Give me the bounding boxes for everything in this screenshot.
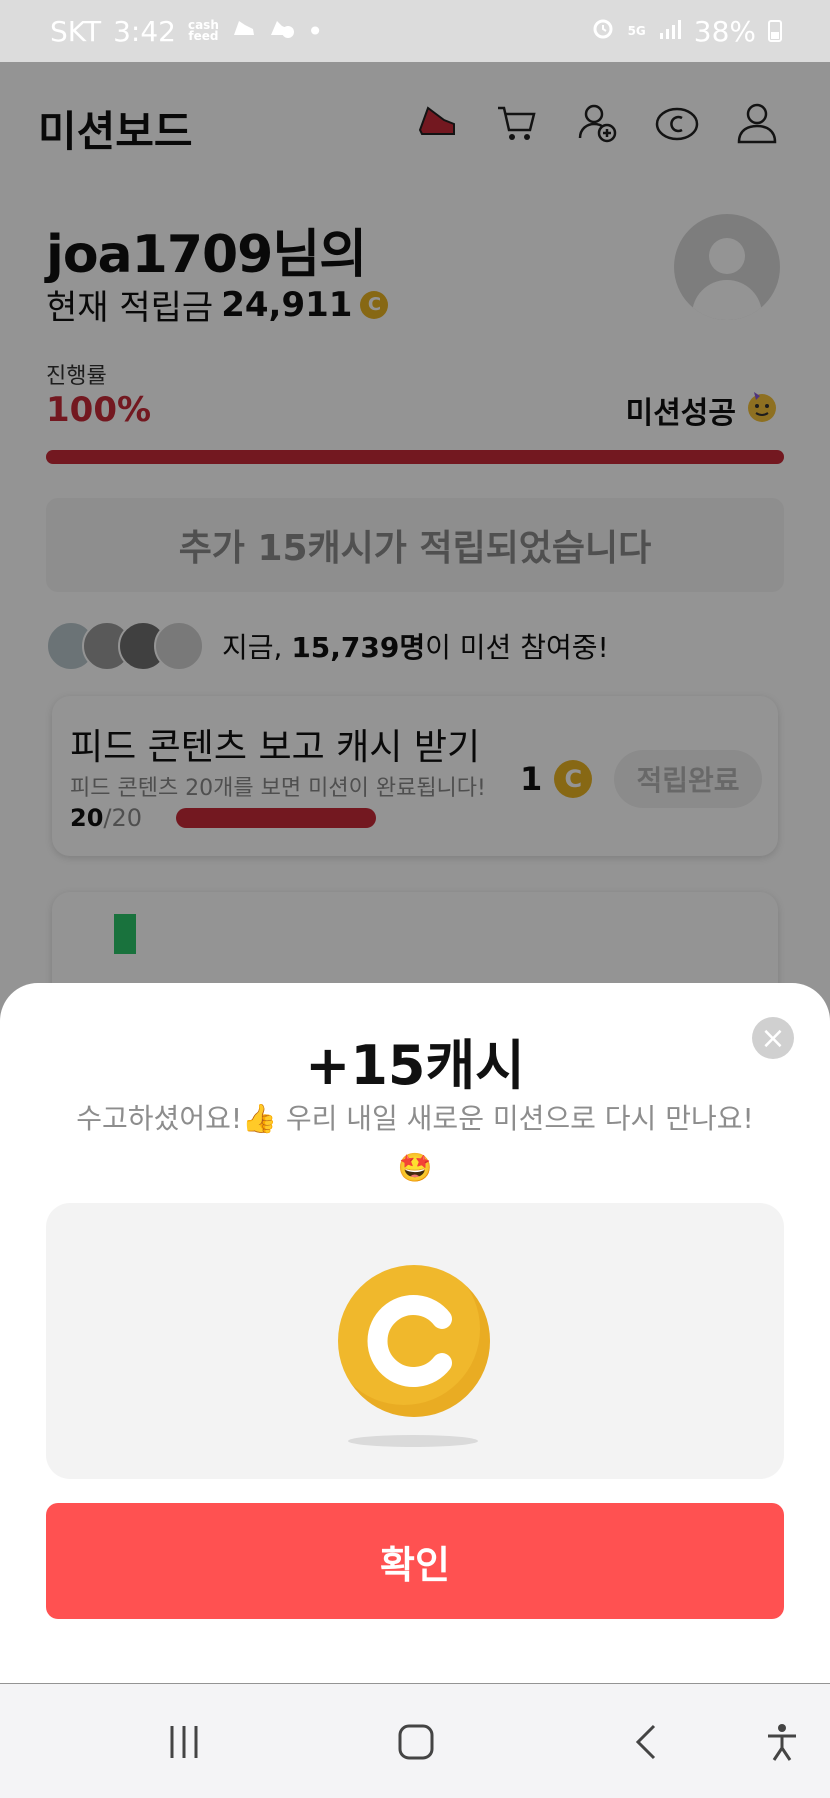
shoe-notification-icon [231,15,257,48]
close-icon[interactable]: × [752,1017,794,1059]
clock: 3:42 [113,14,176,48]
battery-icon [768,20,782,42]
coin-notification-icon [269,15,295,48]
battery-percent: 38% [693,14,756,48]
confirm-button[interactable]: 확인 [46,1503,784,1619]
reward-sheet: +15캐시 × 수고하셨어요!👍 우리 내일 새로운 미션으로 다시 만나요! … [0,983,830,1683]
back-icon[interactable] [618,1714,678,1770]
alarm-icon [590,15,616,48]
star-eyes-emoji: 🤩 [397,1151,433,1184]
status-bar: SKT 3:42 cash feed • 5G 38% [0,0,830,62]
cashfeed-notification-icon: cash feed [187,18,219,43]
network-label: 5G [627,23,646,38]
dot-icon: • [306,14,324,48]
home-icon[interactable] [386,1714,446,1770]
carrier-label: SKT [50,14,102,48]
reward-title: +15캐시 [305,1034,525,1097]
signal-icon [658,15,682,48]
coin-shadow [348,1435,478,1447]
reward-message: 수고하셨어요!👍 우리 내일 새로운 미션으로 다시 만나요! 🤩 [40,1095,790,1192]
big-coin-icon [338,1265,490,1417]
accessibility-icon[interactable] [752,1714,812,1770]
recent-apps-icon[interactable] [154,1714,214,1770]
system-nav-bar [0,1684,830,1798]
coin-panel [46,1203,784,1479]
